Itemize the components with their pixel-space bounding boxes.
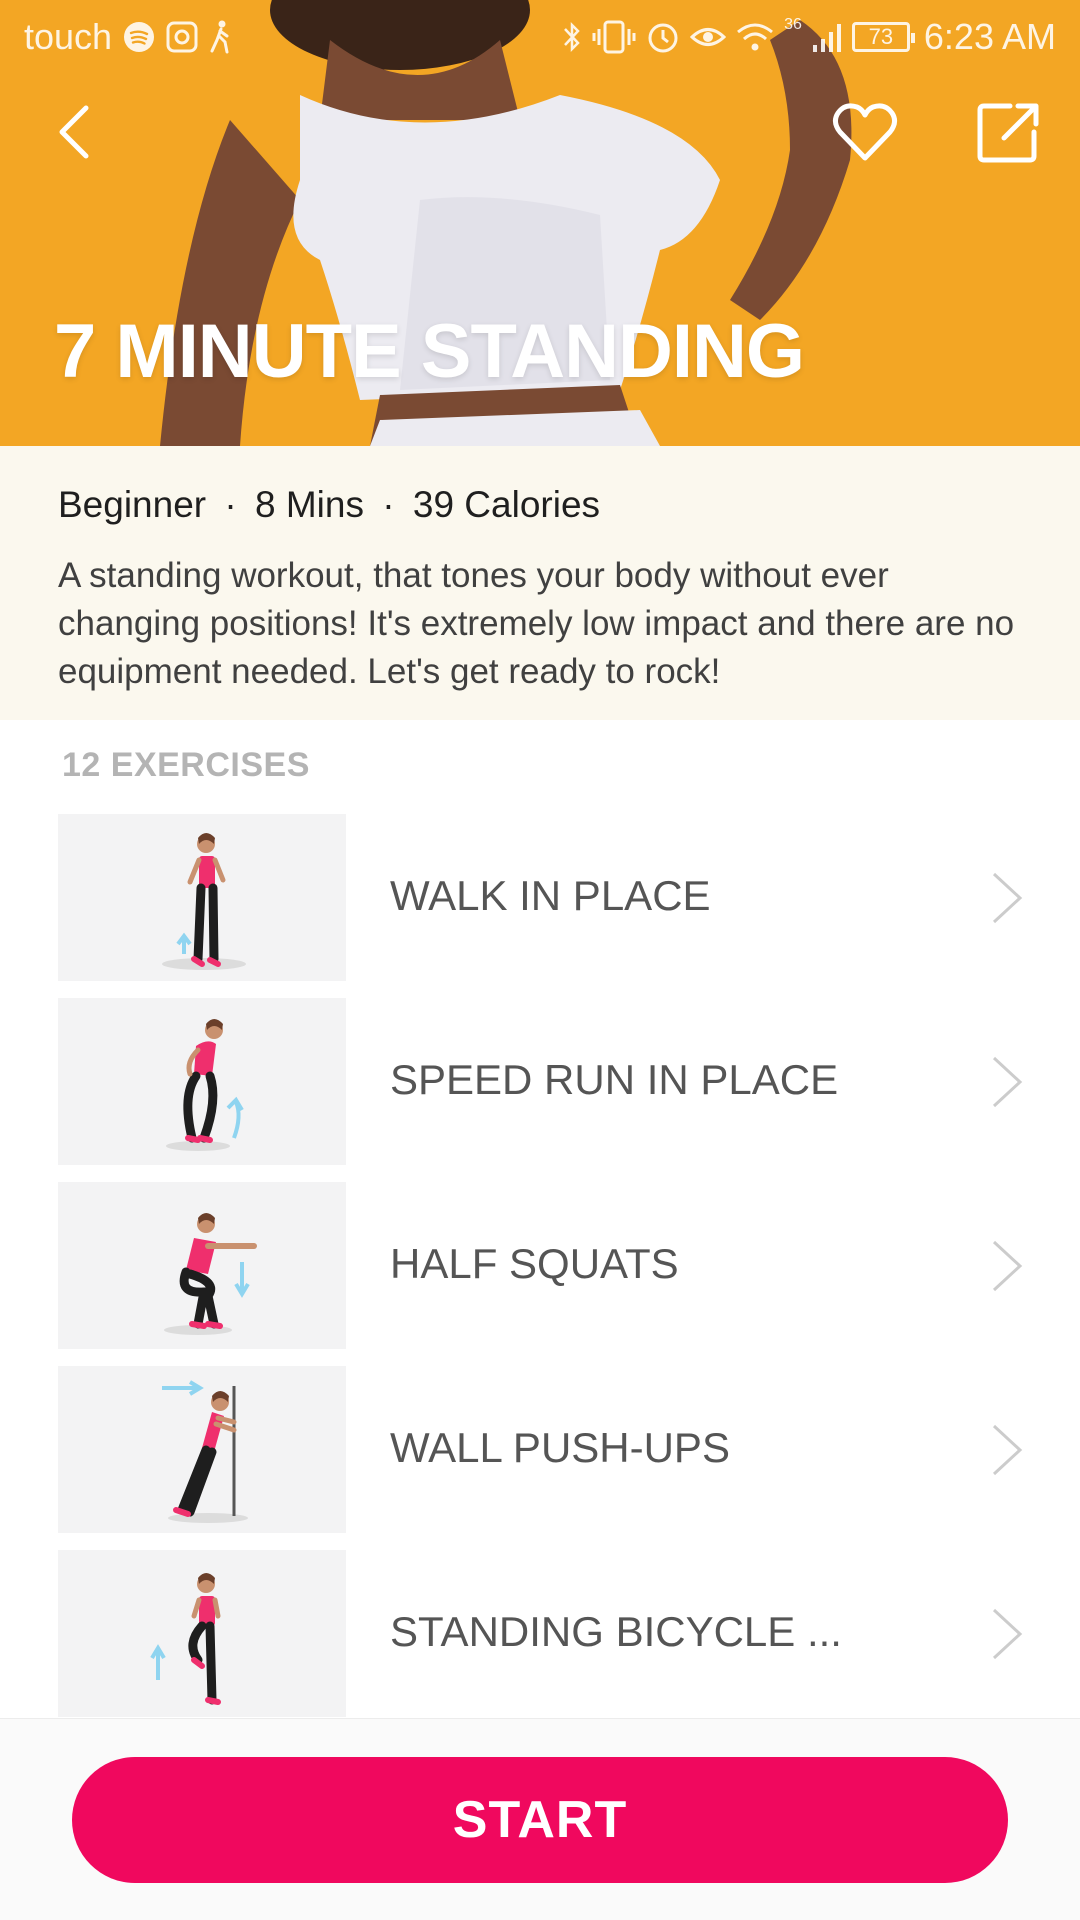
duration-label: 8 Mins [255,484,364,525]
chevron-right-icon [992,1240,1023,1292]
bluetooth-icon [564,21,580,53]
meta-separator: · [382,484,395,525]
exercise-list: WALK IN PLACE SPEED RUN IN PLACE HALF SQ… [0,814,1080,1734]
chevron-right-icon [992,1608,1023,1660]
bottom-action-bar: START [0,1718,1080,1920]
chevron-right-icon [992,1056,1023,1108]
walk-in-place-illustration [58,814,346,981]
hero-banner: touch 36 73 6:23 AM 7 MINUTE STANDING [0,0,1080,446]
exercise-row[interactable]: SPEED RUN IN PLACE [0,998,1080,1182]
exercise-name: STANDING BICYCLE ... [390,1608,842,1655]
standing-bicycle-illustration [58,1550,346,1717]
wifi-icon [737,23,774,51]
meta-separator: · [224,484,237,525]
half-squat-illustration [58,1182,346,1349]
status-time: 6:23 AM [923,16,1056,57]
exercise-count-header: 12 EXERCISES [62,746,310,784]
exercise-row[interactable]: WALK IN PLACE [0,814,1080,998]
exercise-row[interactable]: WALL PUSH-UPS [0,1366,1080,1550]
start-button[interactable]: START [72,1757,1008,1883]
exercise-row[interactable]: HALF SQUATS [0,1182,1080,1366]
calories-label: 39 Calories [412,484,601,525]
spotify-icon [124,22,155,52]
battery-level: 73 [868,24,894,49]
level-label: Beginner [58,484,207,525]
carrier-label: touch [24,16,113,57]
eye-icon [690,28,727,46]
speed-run-illustration [58,998,346,1165]
workout-meta: Beginner · 8 Mins · 39 Calories [58,480,1022,530]
exercise-name: HALF SQUATS [390,1240,679,1287]
chevron-right-icon [992,872,1023,924]
instagram-icon [166,21,198,53]
battery-indicator: 73 [851,22,915,52]
wall-pushup-illustration [58,1366,346,1533]
network-label: 36 [784,16,802,33]
back-arrow-icon[interactable] [46,100,110,164]
signal-icon [812,24,841,52]
workout-info: Beginner · 8 Mins · 39 Calories A standi… [0,446,1080,720]
exercise-name: WALK IN PLACE [390,872,711,919]
exercise-name: WALL PUSH-UPS [390,1424,730,1471]
workout-title: 7 MINUTE STANDING [54,309,805,394]
vibrate-icon [592,20,636,54]
share-icon[interactable] [976,100,1042,166]
walking-icon [210,20,229,54]
heart-icon[interactable] [830,98,900,168]
workout-description: A standing workout, that tones your body… [58,556,1015,691]
exercise-row[interactable]: STANDING BICYCLE ... [0,1550,1080,1734]
alarm-icon [648,23,678,53]
chevron-right-icon [992,1424,1023,1476]
status-bar: touch 36 73 6:23 AM [0,0,1080,74]
exercise-name: SPEED RUN IN PLACE [390,1056,839,1103]
